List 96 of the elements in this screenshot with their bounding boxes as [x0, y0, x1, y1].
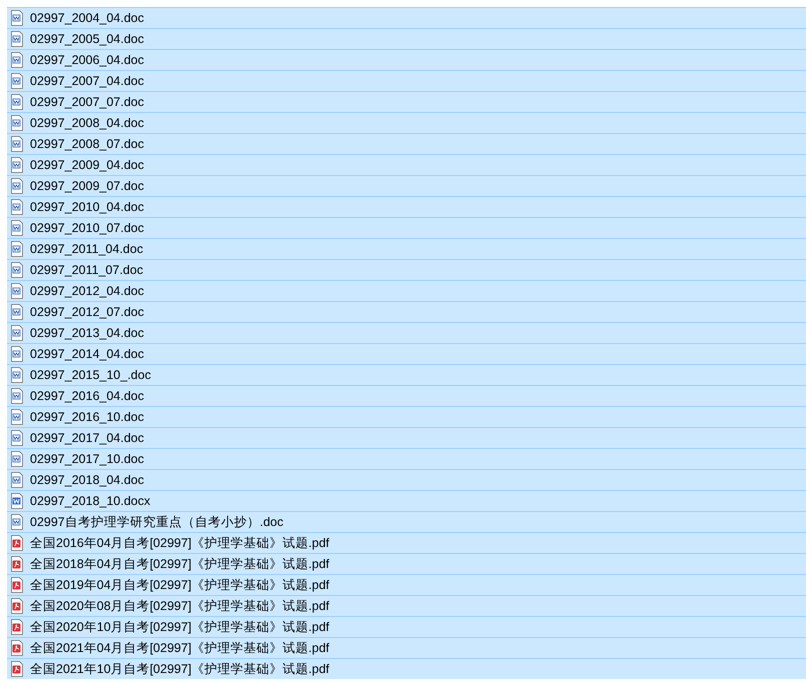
pdf-icon	[10, 661, 24, 677]
file-name: 全国2020年10月自考[02997]《护理学基础》试题.pdf	[30, 618, 330, 636]
file-name: 02997_2014_04.doc	[30, 347, 144, 361]
document-icon	[10, 241, 24, 257]
file-name: 02997_2016_04.doc	[30, 389, 144, 403]
file-row[interactable]: 02997_2016_10.doc	[7, 406, 806, 427]
document-icon	[10, 262, 24, 278]
document-icon	[10, 115, 24, 131]
document-icon	[10, 52, 24, 68]
pdf-icon	[10, 619, 24, 635]
document-icon	[10, 451, 24, 467]
document-icon	[10, 325, 24, 341]
pdf-icon	[10, 577, 24, 593]
document-icon	[10, 199, 24, 215]
file-name: 02997_2011_04.doc	[30, 242, 144, 256]
file-name: 02997_2006_04.doc	[30, 53, 144, 67]
document-icon	[10, 10, 24, 26]
file-name: 02997_2012_07.doc	[30, 305, 144, 319]
file-row[interactable]: 02997_2017_10.doc	[7, 448, 806, 469]
file-name: 02997_2007_04.doc	[30, 74, 144, 88]
document-icon	[10, 178, 24, 194]
file-name: 02997_2010_04.doc	[30, 200, 144, 214]
file-row[interactable]: 全国2020年10月自考[02997]《护理学基础》试题.pdf	[7, 616, 806, 637]
file-row[interactable]: 全国2019年04月自考[02997]《护理学基础》试题.pdf	[7, 574, 806, 595]
file-name: 02997_2018_10.docx	[30, 494, 150, 508]
pdf-icon	[10, 556, 24, 572]
file-row[interactable]: 02997自考护理学研究重点（自考小抄）.doc	[7, 511, 806, 532]
file-name: 全国2016年04月自考[02997]《护理学基础》试题.pdf	[30, 534, 330, 552]
file-row[interactable]: 全国2018年04月自考[02997]《护理学基础》试题.pdf	[7, 553, 806, 574]
file-row[interactable]: 02997_2007_07.doc	[7, 91, 806, 112]
file-row[interactable]: 02997_2013_04.doc	[7, 322, 806, 343]
file-row[interactable]: 02997_2008_07.doc	[7, 133, 806, 154]
file-row[interactable]: 02997_2009_07.doc	[7, 175, 806, 196]
file-name: 02997_2013_04.doc	[30, 326, 144, 340]
document-icon	[10, 31, 24, 47]
document-icon	[10, 220, 24, 236]
file-row[interactable]: 02997_2009_04.doc	[7, 154, 806, 175]
file-row[interactable]: 02997_2015_10_.doc	[7, 364, 806, 385]
file-row[interactable]: 02997_2012_04.doc	[7, 280, 806, 301]
file-row[interactable]: 02997_2007_04.doc	[7, 70, 806, 91]
file-row[interactable]: 全国2020年08月自考[02997]《护理学基础》试题.pdf	[7, 595, 806, 616]
file-row[interactable]: 02997_2005_04.doc	[7, 28, 806, 49]
document-icon	[10, 493, 24, 509]
file-name: 02997_2018_04.doc	[30, 473, 144, 487]
document-icon	[10, 409, 24, 425]
file-name: 02997_2009_07.doc	[30, 179, 144, 193]
document-icon	[10, 346, 24, 362]
file-name: 02997_2004_04.doc	[30, 11, 144, 25]
file-name: 02997_2012_04.doc	[30, 284, 144, 298]
file-row[interactable]: 02997_2011_04.doc	[7, 238, 806, 259]
document-icon	[10, 367, 24, 383]
file-row[interactable]: 02997_2004_04.doc	[7, 7, 806, 28]
file-row[interactable]: 02997_2006_04.doc	[7, 49, 806, 70]
document-icon	[10, 283, 24, 299]
document-icon	[10, 304, 24, 320]
file-row[interactable]: 02997_2018_10.docx	[7, 490, 806, 511]
file-row[interactable]: 02997_2016_04.doc	[7, 385, 806, 406]
document-icon	[10, 157, 24, 173]
pdf-icon	[10, 598, 24, 614]
file-row[interactable]: 全国2021年04月自考[02997]《护理学基础》试题.pdf	[7, 637, 806, 658]
file-row[interactable]: 02997_2011_07.doc	[7, 259, 806, 280]
file-row[interactable]: 02997_2012_07.doc	[7, 301, 806, 322]
file-name: 02997_2015_10_.doc	[30, 368, 151, 382]
file-name: 02997_2016_10.doc	[30, 410, 144, 424]
file-row[interactable]: 02997_2010_07.doc	[7, 217, 806, 238]
file-name: 02997_2009_04.doc	[30, 158, 144, 172]
pdf-icon	[10, 535, 24, 551]
file-row[interactable]: 全国2021年10月自考[02997]《护理学基础》试题.pdf	[7, 658, 806, 679]
file-name: 02997_2005_04.doc	[30, 32, 144, 46]
document-icon	[10, 388, 24, 404]
file-name: 02997_2007_07.doc	[30, 95, 144, 109]
file-name: 02997_2010_07.doc	[30, 221, 144, 235]
file-row[interactable]: 02997_2008_04.doc	[7, 112, 806, 133]
file-name: 02997_2008_07.doc	[30, 137, 144, 151]
document-icon	[10, 472, 24, 488]
document-icon	[10, 514, 24, 530]
file-name: 02997自考护理学研究重点（自考小抄）.doc	[30, 514, 284, 530]
document-icon	[10, 73, 24, 89]
document-icon	[10, 430, 24, 446]
file-name: 全国2018年04月自考[02997]《护理学基础》试题.pdf	[30, 556, 330, 572]
file-name: 02997_2011_07.doc	[30, 263, 144, 277]
file-name: 全国2021年10月自考[02997]《护理学基础》试题.pdf	[30, 660, 330, 678]
file-name: 全国2021年04月自考[02997]《护理学基础》试题.pdf	[30, 640, 330, 656]
file-row[interactable]: 02997_2010_04.doc	[7, 196, 806, 217]
file-row[interactable]: 02997_2018_04.doc	[7, 469, 806, 490]
file-name: 全国2019年04月自考[02997]《护理学基础》试题.pdf	[30, 576, 330, 594]
pdf-icon	[10, 640, 24, 656]
document-icon	[10, 136, 24, 152]
document-icon	[10, 94, 24, 110]
file-name: 02997_2017_04.doc	[30, 431, 144, 445]
file-row[interactable]: 全国2016年04月自考[02997]《护理学基础》试题.pdf	[7, 532, 806, 553]
file-name: 全国2020年08月自考[02997]《护理学基础》试题.pdf	[30, 598, 330, 614]
file-row[interactable]: 02997_2017_04.doc	[7, 427, 806, 448]
file-name: 02997_2008_04.doc	[30, 116, 144, 130]
file-name: 02997_2017_10.doc	[30, 452, 144, 466]
file-row[interactable]: 02997_2014_04.doc	[7, 343, 806, 364]
